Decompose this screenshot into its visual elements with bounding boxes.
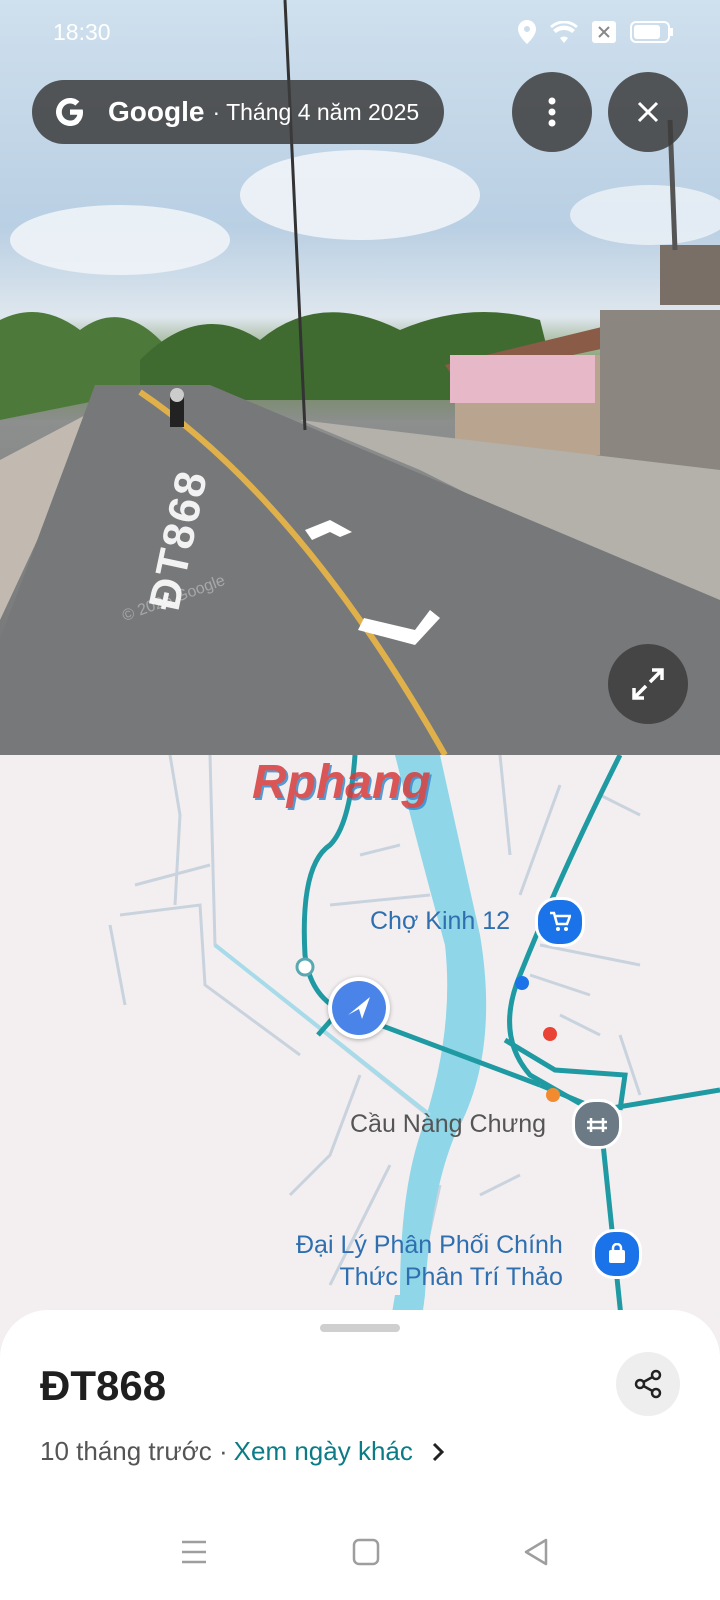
street-view[interactable]: ĐT868 © 2026 Google 18:30 Google · Tháng… [0,0,720,755]
more-options-button[interactable] [512,72,592,152]
back-icon[interactable] [522,1538,550,1566]
navigation-arrow-icon [348,997,370,1019]
shopping-cart-icon[interactable] [535,897,585,947]
chevron-right-icon[interactable] [431,1441,445,1463]
status-bar: 18:30 [0,0,720,64]
status-time: 18:30 [53,19,111,45]
shopping-bag-icon[interactable] [592,1229,642,1279]
place-label-cho-kinh-12[interactable]: Chợ Kinh 12 [370,907,510,936]
place-label-dai-ly[interactable]: Đại Lý Phân Phối Chính Thức Phân Trí Thả… [296,1229,563,1293]
menu-icon[interactable] [180,1538,208,1566]
close-button[interactable] [608,72,688,152]
share-icon [634,1369,662,1399]
more-vert-icon [548,97,556,127]
brand-label: Google [108,96,205,127]
drag-handle[interactable] [320,1324,400,1332]
place-label-dai-ly-line2: Thức Phân Trí Thảo [339,1263,563,1291]
sim-icon [592,21,616,43]
wifi-icon [550,21,578,43]
place-label-dai-ly-line1: Đại Lý Phân Phối Chính [296,1231,563,1259]
battery-icon [630,21,673,43]
close-icon [637,101,659,123]
google-g-icon [56,98,83,126]
home-icon[interactable] [352,1538,380,1566]
map-watermark: Rphang [252,756,431,809]
map-view[interactable]: Rphang Chợ Kinh 12 Cầu Nàng Chưng Đại Lý… [0,755,720,1355]
capture-date: · Tháng 4 năm 2025 [212,98,420,125]
expand-icon [632,668,664,700]
imagery-date-row: 10 tháng trước · Xem ngày khác [40,1436,445,1467]
place-title: ĐT868 [40,1362,167,1409]
location-icon [518,20,536,44]
share-button[interactable] [616,1352,680,1416]
imagery-info-chip[interactable]: Google · Tháng 4 năm 2025 [32,80,444,144]
system-nav-bar [0,1510,720,1600]
place-label-cau-nang-chung[interactable]: Cầu Nàng Chưng [350,1110,546,1139]
time-ago-label: 10 tháng trước · [40,1436,228,1466]
current-location-marker[interactable] [328,977,390,1039]
other-dates-link[interactable]: Xem ngày khác [234,1436,413,1467]
fullscreen-button[interactable] [608,644,688,724]
bridge-icon[interactable] [572,1099,622,1149]
